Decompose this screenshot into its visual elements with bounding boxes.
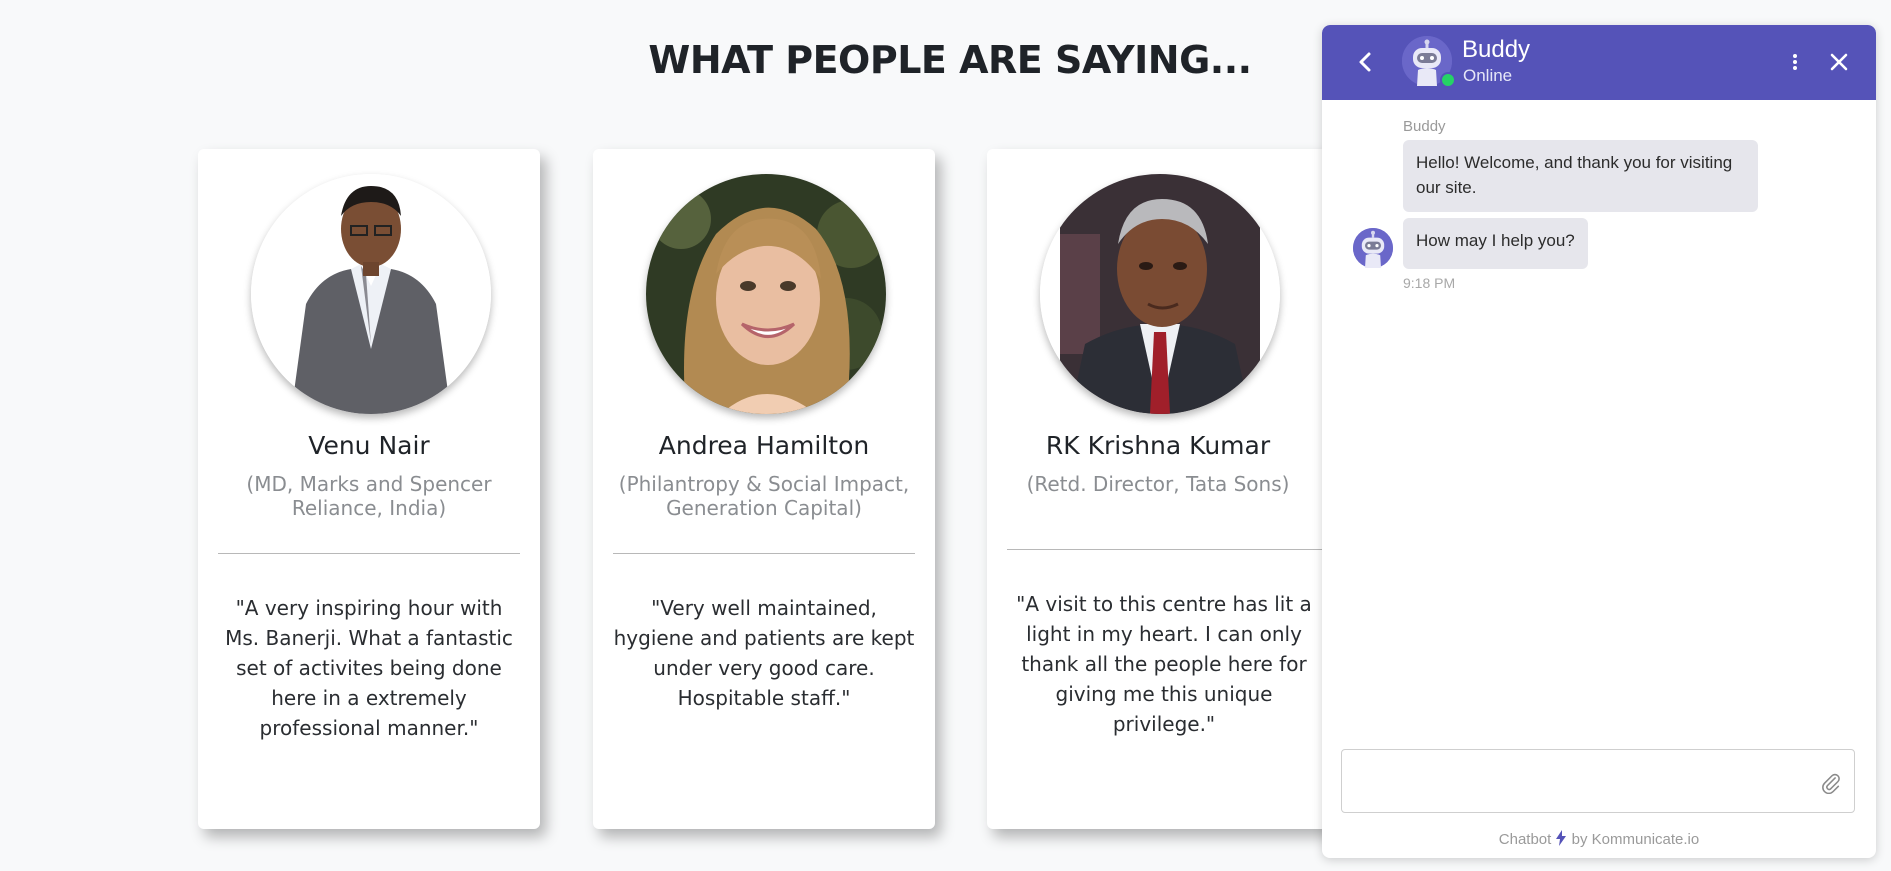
divider [1007,549,1323,550]
message-bubble: How may I help you? [1403,218,1588,269]
close-icon [1830,53,1848,71]
attach-button[interactable] [1818,770,1844,796]
testimonial-card: Venu Nair (MD, Marks and Spencer Relianc… [198,149,540,829]
powered-prefix: Chatbot [1498,831,1552,848]
testimonial-name: RK Krishna Kumar [1045,431,1271,460]
avatar [251,174,491,414]
testimonial-quote: "Very well maintained, hygiene and patie… [613,596,915,710]
robot-icon [1353,228,1393,268]
testimonial-quote: "A visit to this centre has lit a light … [1016,592,1312,736]
message-timestamp: 9:18 PM [1403,275,1456,291]
chat-header: Buddy Online [1322,25,1876,100]
testimonial-quote: "A very inspiring hour with Ms. Banerji.… [225,596,513,740]
paperclip-icon [1822,773,1840,794]
testimonial-name: Andrea Hamilton [658,431,870,460]
menu-button[interactable] [1780,45,1810,79]
testimonial-role: (Retd. Director, Tata Sons) [1026,472,1290,496]
testimonial-role: (Philantropy & Social Impact, Generation… [618,472,910,520]
testimonial-card: Andrea Hamilton (Philantropy & Social Im… [593,149,935,829]
chat-widget: Buddy Online Buddy Hello! Welcome, and t… [1322,25,1876,858]
powered-by: Chatbot by Kommunicate.io [1322,830,1876,848]
message-input-box [1341,749,1855,813]
avatar [646,174,886,414]
close-button[interactable] [1822,45,1856,79]
kebab-menu-icon [1793,54,1797,70]
divider [218,553,520,554]
sender-label: Buddy [1403,118,1446,135]
lightning-bolt-icon [1556,830,1567,846]
page: WHAT PEOPLE ARE SAYING... Venu Nair (MD,… [0,0,1891,871]
bot-name: Buddy [1462,36,1531,63]
avatar [1040,174,1280,414]
testimonial-name: Venu Nair [308,431,430,460]
message-bubble: Hello! Welcome, and thank you for visiti… [1403,140,1758,212]
online-status-dot [1440,72,1456,88]
testimonial-role: (MD, Marks and Spencer Reliance, India) [246,472,492,520]
powered-suffix[interactable]: by Kommunicate.io [1572,831,1700,848]
testimonial-card: RK Krishna Kumar (Retd. Director, Tata S… [987,149,1329,829]
divider [613,553,915,554]
back-button[interactable] [1348,45,1382,79]
chevron-left-icon [1359,52,1371,72]
bot-status: Online [1463,66,1513,85]
message-avatar [1353,228,1393,268]
message-input[interactable] [1354,762,1798,804]
